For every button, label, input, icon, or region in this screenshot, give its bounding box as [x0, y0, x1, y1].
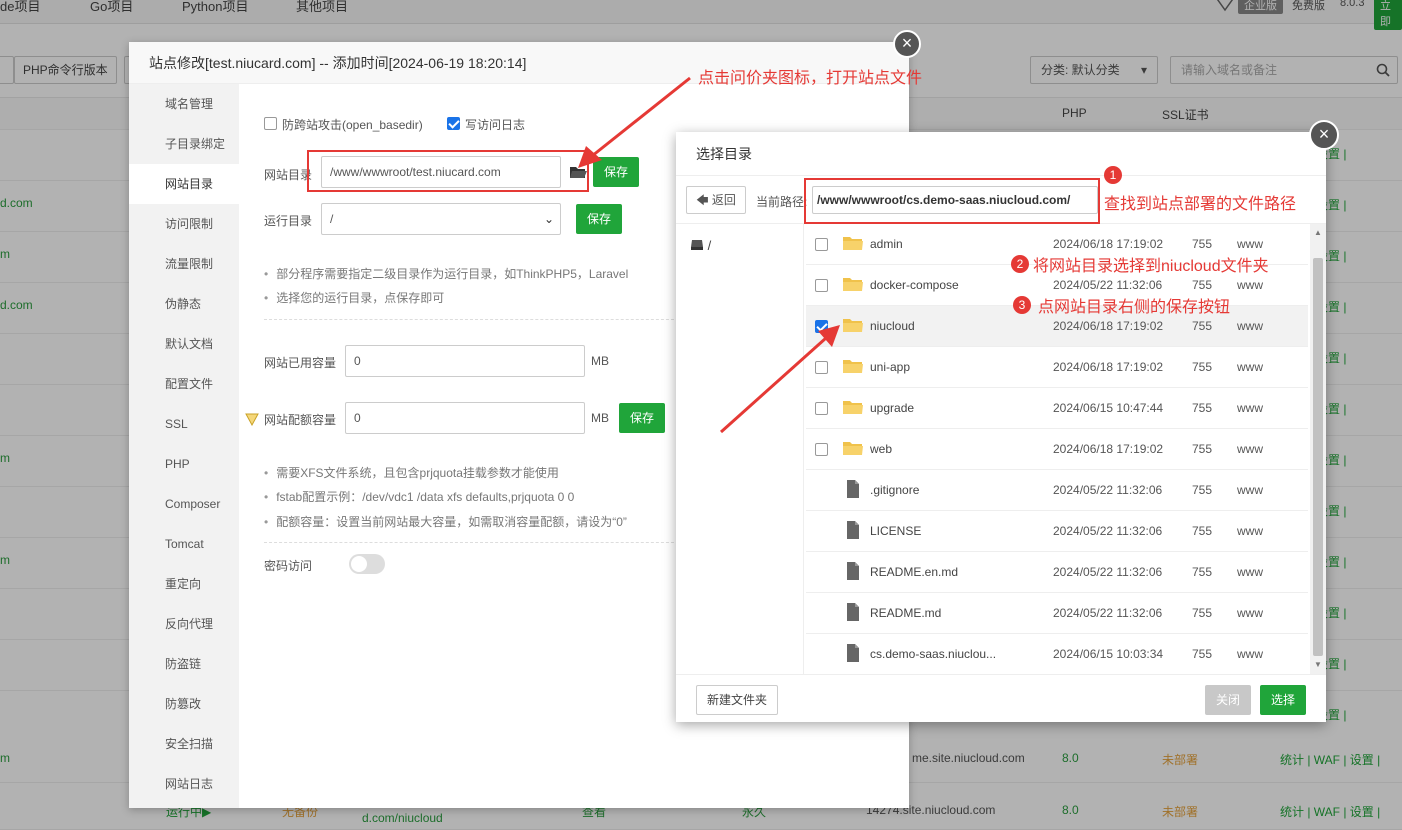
annotation-number: 1	[1104, 166, 1122, 184]
annotation-number: 3	[1013, 296, 1031, 314]
arrow-line	[719, 336, 828, 434]
annotation-arrows	[578, 76, 840, 434]
arrow-line	[591, 76, 691, 158]
annotation-number: 2	[1011, 255, 1029, 273]
